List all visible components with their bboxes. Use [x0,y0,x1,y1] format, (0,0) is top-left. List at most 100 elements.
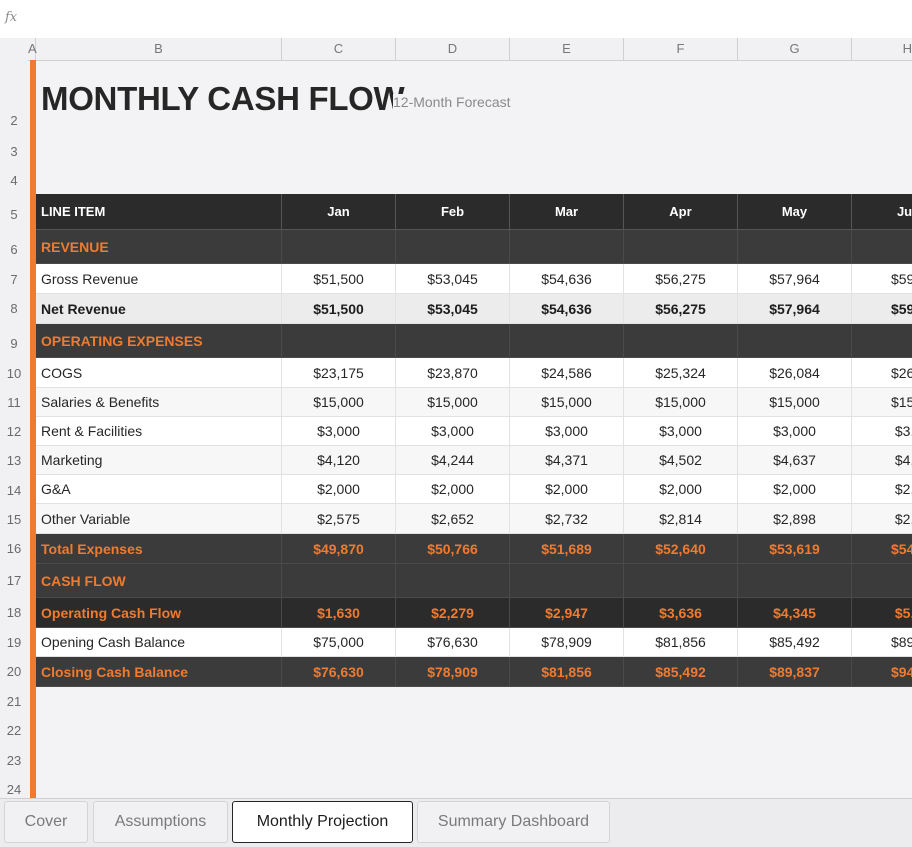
value-cell[interactable]: $81,856 [510,657,624,687]
section-cell[interactable] [282,564,396,598]
section-cell[interactable] [396,324,510,358]
value-cell[interactable]: $2,9 [852,504,912,534]
section-cell[interactable] [738,230,852,264]
row-header[interactable]: 19 [0,635,28,650]
section-label[interactable]: CASH FLOW [36,564,282,598]
row-label[interactable]: Salaries & Benefits [36,388,282,417]
value-cell[interactable]: $54,636 [510,264,624,294]
value-cell[interactable]: $51,689 [510,534,624,564]
section-cell[interactable] [852,230,912,264]
value-cell[interactable]: $2,814 [624,504,738,534]
value-cell[interactable]: $53,045 [396,294,510,324]
value-cell[interactable]: $78,909 [396,657,510,687]
value-cell[interactable]: $3,0 [852,417,912,446]
value-cell[interactable]: $4,120 [282,446,396,475]
value-cell[interactable]: $2,652 [396,504,510,534]
header-cell-line-item[interactable]: LINE ITEM [36,194,282,230]
row-label[interactable]: COGS [36,358,282,388]
tab-cover[interactable]: Cover [4,801,88,843]
column-header-e[interactable]: E [510,38,624,60]
value-cell[interactable]: $4,502 [624,446,738,475]
page-subtitle[interactable]: 12-Month Forecast [393,94,511,110]
row-header[interactable]: 17 [0,573,28,588]
section-cell[interactable] [396,564,510,598]
tab-monthly-projection[interactable]: Monthly Projection [232,801,413,843]
value-cell[interactable]: $5,0 [852,598,912,628]
value-cell[interactable]: $57,964 [738,264,852,294]
value-cell[interactable]: $57,964 [738,294,852,324]
value-cell[interactable]: $2,000 [738,475,852,504]
value-cell[interactable]: $3,000 [738,417,852,446]
value-cell[interactable]: $15,0 [852,388,912,417]
row-label[interactable]: Other Variable [36,504,282,534]
value-cell[interactable]: $4,637 [738,446,852,475]
row-header[interactable]: 14 [0,483,28,498]
value-cell[interactable]: $94,9 [852,657,912,687]
section-cell[interactable] [510,324,624,358]
row-header[interactable]: 13 [0,453,28,468]
column-header-c[interactable]: C [282,38,396,60]
formula-bar[interactable]: fx [0,0,912,39]
tab-summary-dashboard[interactable]: Summary Dashboard [417,801,610,843]
row-header[interactable]: 11 [0,395,28,410]
value-cell[interactable]: $2,575 [282,504,396,534]
value-cell[interactable]: $26,8 [852,358,912,388]
value-cell[interactable]: $52,640 [624,534,738,564]
value-cell[interactable]: $85,492 [624,657,738,687]
value-cell[interactable]: $56,275 [624,294,738,324]
value-cell[interactable]: $24,586 [510,358,624,388]
value-cell[interactable]: $2,000 [396,475,510,504]
value-cell[interactable]: $2,898 [738,504,852,534]
row-header[interactable]: 3 [0,144,28,159]
value-cell[interactable]: $2,0 [852,475,912,504]
row-label[interactable]: Total Expenses [36,534,282,564]
section-cell[interactable] [738,564,852,598]
section-cell[interactable] [510,230,624,264]
value-cell[interactable]: $51,500 [282,294,396,324]
value-cell[interactable]: $75,000 [282,628,396,657]
header-cell-month[interactable]: Jan [282,194,396,230]
row-label[interactable]: Opening Cash Balance [36,628,282,657]
page-title[interactable]: MONTHLY CASH FLOW [41,80,405,118]
value-cell[interactable]: $15,000 [282,388,396,417]
section-cell[interactable] [396,230,510,264]
value-cell[interactable]: $76,630 [396,628,510,657]
column-header-f[interactable]: F [624,38,738,60]
section-cell[interactable] [852,324,912,358]
column-header-b[interactable]: B [36,38,282,60]
row-header[interactable]: 18 [0,605,28,620]
row-label[interactable]: G&A [36,475,282,504]
row-header[interactable]: 20 [0,664,28,679]
value-cell[interactable]: $1,630 [282,598,396,628]
tab-assumptions[interactable]: Assumptions [93,801,228,843]
value-cell[interactable]: $2,732 [510,504,624,534]
value-cell[interactable]: $89,837 [738,657,852,687]
value-cell[interactable]: $49,870 [282,534,396,564]
section-cell[interactable] [624,564,738,598]
header-cell-month[interactable]: May [738,194,852,230]
row-header[interactable]: 23 [0,753,28,768]
value-cell[interactable]: $2,000 [282,475,396,504]
column-header-d[interactable]: D [396,38,510,60]
value-cell[interactable]: $76,630 [282,657,396,687]
value-cell[interactable]: $3,000 [624,417,738,446]
column-header-h[interactable]: H [852,38,912,60]
row-header[interactable]: 10 [0,366,28,381]
value-cell[interactable]: $59,7 [852,294,912,324]
row-header[interactable]: 4 [0,173,28,188]
row-header[interactable]: 5 [0,207,28,222]
value-cell[interactable]: $89,8 [852,628,912,657]
column-header-a[interactable]: A [28,38,37,60]
section-cell[interactable] [624,230,738,264]
value-cell[interactable]: $54,0 [852,534,912,564]
value-cell[interactable]: $78,909 [510,628,624,657]
row-header[interactable]: 6 [0,242,28,257]
header-cell-month[interactable]: Feb [396,194,510,230]
value-cell[interactable]: $4,244 [396,446,510,475]
section-cell[interactable] [738,324,852,358]
row-header[interactable]: 8 [0,301,28,316]
row-header[interactable]: 9 [0,336,28,351]
value-cell[interactable]: $15,000 [396,388,510,417]
header-cell-month[interactable]: Apr [624,194,738,230]
value-cell[interactable]: $50,766 [396,534,510,564]
